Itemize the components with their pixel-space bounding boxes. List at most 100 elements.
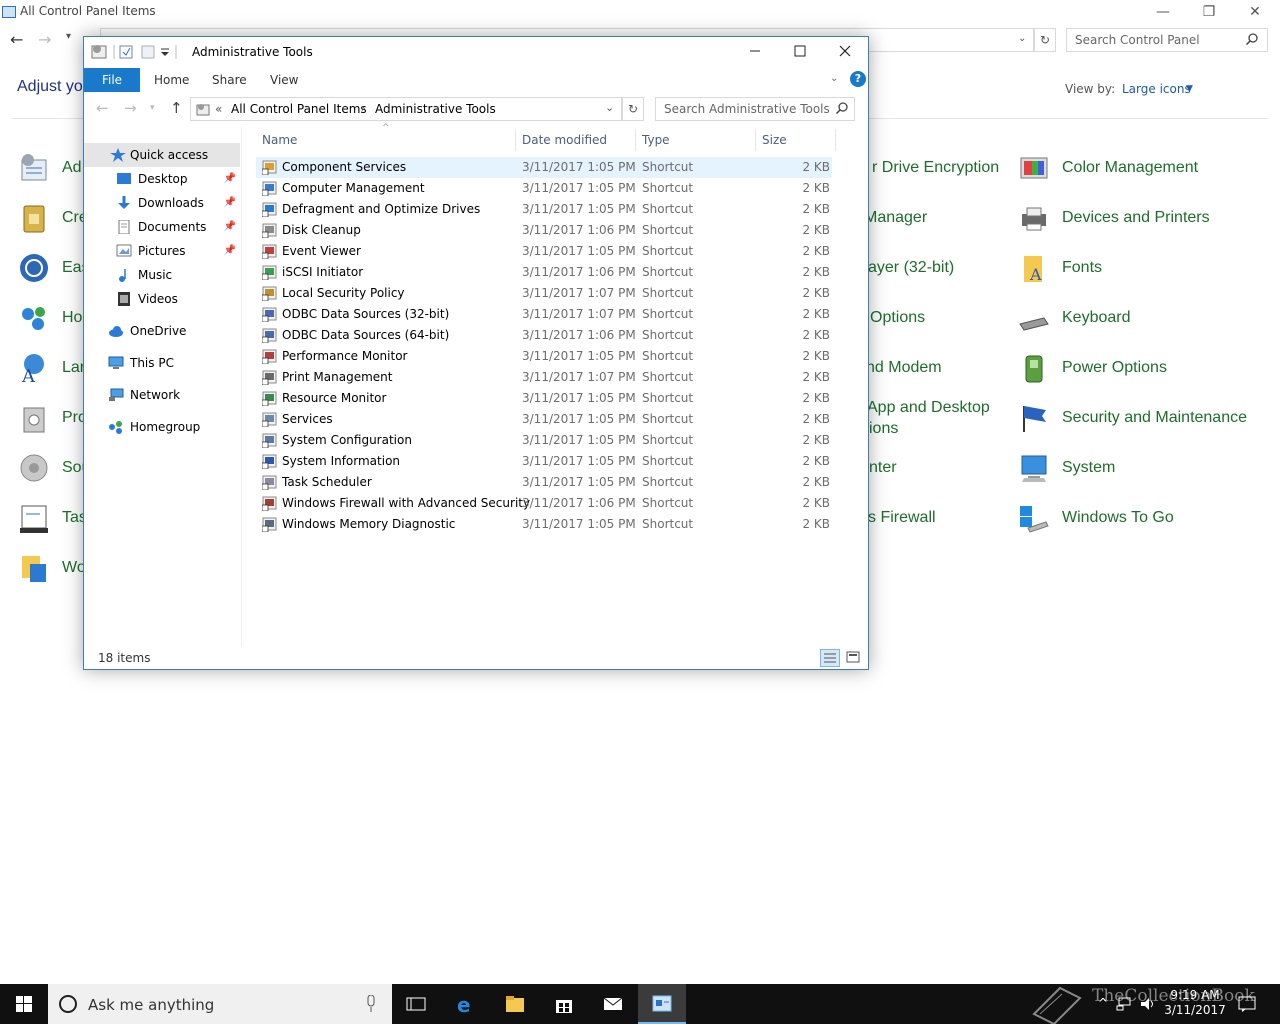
restore-button[interactable]: ❐ xyxy=(1186,2,1232,22)
search-input[interactable]: Search Administrative Tools xyxy=(655,97,855,121)
file-row[interactable]: ODBC Data Sources (64-bit) 3/11/2017 1:06… xyxy=(256,325,832,346)
minimize-button[interactable] xyxy=(732,37,778,67)
column-divider[interactable] xyxy=(635,129,636,151)
cp-item-label[interactable]: Ho xyxy=(62,309,82,327)
cp-item-label[interactable]: Devices and Printers xyxy=(1062,209,1210,227)
sidebar-item-network[interactable]: Network xyxy=(84,383,240,407)
breadcrumb-overflow[interactable]: « xyxy=(215,102,222,116)
control-panel-search-input[interactable]: Search Control Panel xyxy=(1066,28,1268,52)
column-header-name[interactable]: Name xyxy=(262,133,297,147)
cp-item-remoteapp[interactable]: App and Desktop xyxy=(867,399,990,417)
cp-item-ease-of-access[interactable] xyxy=(18,252,50,287)
forward-arrow-icon[interactable]: → xyxy=(124,99,137,117)
file-row[interactable]: Disk Cleanup 3/11/2017 1:06 PM Shortcut 2 K… xyxy=(256,220,832,241)
cp-item-power-options[interactable] xyxy=(1018,352,1050,387)
control-panel-taskbar-button[interactable] xyxy=(638,984,686,1024)
back-arrow-icon[interactable]: ← xyxy=(96,99,109,117)
file-row[interactable]: System Configuration 3/11/2017 1:05 PM Sho… xyxy=(256,430,832,451)
cp-item-sound[interactable] xyxy=(18,452,50,487)
help-icon[interactable]: ? xyxy=(850,71,866,87)
cp-item-label[interactable]: Power Options xyxy=(1062,359,1167,377)
file-row[interactable]: Performance Monitor 3/11/2017 1:05 PM Shor… xyxy=(256,346,832,367)
cp-item-work-folders[interactable] xyxy=(18,552,50,587)
sidebar-item-homegroup[interactable]: Homegroup xyxy=(84,415,240,439)
column-divider[interactable] xyxy=(835,129,836,151)
cp-item-fonts[interactable]: A xyxy=(1018,252,1050,287)
cp-item-administrative-tools[interactable] xyxy=(18,152,50,187)
cp-item-programs[interactable] xyxy=(18,402,50,437)
cp-item-keyboard[interactable] xyxy=(1018,302,1050,337)
cp-item-label[interactable]: System xyxy=(1062,459,1115,477)
sidebar-item-music[interactable]: Music xyxy=(84,263,240,287)
file-row[interactable]: Local Security Policy 3/11/2017 1:07 PM Sh… xyxy=(256,283,832,304)
pin-icon[interactable]: 📌 xyxy=(224,167,236,191)
properties-icon[interactable] xyxy=(119,45,133,59)
chevron-down-icon[interactable]: ⌄ xyxy=(605,101,614,114)
new-folder-icon[interactable] xyxy=(141,45,155,59)
view-by-dropdown[interactable]: Large icons xyxy=(1122,82,1191,96)
cp-item-label[interactable]: Fonts xyxy=(1062,259,1102,277)
back-arrow-icon[interactable]: ← xyxy=(10,30,23,49)
file-row[interactable]: System Information 3/11/2017 1:05 PM Short… xyxy=(256,451,832,472)
details-view-button[interactable] xyxy=(820,649,840,667)
cp-item-internet-options[interactable]: Options xyxy=(870,309,925,327)
start-button[interactable] xyxy=(0,984,48,1024)
sidebar-item-onedrive[interactable]: OneDrive xyxy=(84,319,240,343)
file-row[interactable]: Windows Firewall with Advanced Security 3… xyxy=(256,493,832,514)
breadcrumb-all-control-panel-items[interactable]: All Control Panel Items xyxy=(231,102,367,116)
pin-icon[interactable]: 📌 xyxy=(224,215,236,239)
cp-item-security-maintenance[interactable] xyxy=(1018,402,1050,437)
cp-item-windows-firewall[interactable]: s Firewall xyxy=(868,509,936,527)
sidebar-item-documents[interactable]: Documents 📌 xyxy=(84,215,240,239)
file-row[interactable]: Services 3/11/2017 1:05 PM Shortcut 2 KB xyxy=(256,409,832,430)
cp-item-label[interactable]: Security and Maintenance xyxy=(1062,409,1247,427)
refresh-button[interactable]: ↻ xyxy=(622,97,644,121)
file-row[interactable]: Resource Monitor 3/11/2017 1:05 PM Shortcu… xyxy=(256,388,832,409)
cp-item-homegroup[interactable] xyxy=(18,302,50,337)
store-button[interactable] xyxy=(540,984,588,1024)
breadcrumb-administrative-tools[interactable]: Administrative Tools xyxy=(375,102,496,116)
file-row[interactable]: Component Services 3/11/2017 1:05 PM Short… xyxy=(256,157,832,178)
network-tray-icon[interactable] xyxy=(1116,997,1132,1011)
edge-button[interactable]: e xyxy=(442,984,490,1024)
cp-item-remoteapp-line2[interactable]: ions xyxy=(869,420,898,438)
column-divider[interactable] xyxy=(755,129,756,151)
column-header-date-modified[interactable]: Date modified xyxy=(522,133,607,147)
minimize-button[interactable]: — xyxy=(1140,2,1186,22)
cp-item-device-manager[interactable]: Manager xyxy=(864,209,927,227)
sidebar-item-pictures[interactable]: Pictures 📌 xyxy=(84,239,240,263)
show-hidden-icons-chevron-icon[interactable]: ^ xyxy=(1098,996,1108,1010)
file-row[interactable]: ODBC Data Sources (32-bit) 3/11/2017 1:07… xyxy=(256,304,832,325)
file-row[interactable]: iSCSI Initiator 3/11/2017 1:06 PM Shortcut… xyxy=(256,262,832,283)
cp-item-label[interactable]: Lar xyxy=(62,359,85,377)
file-row[interactable]: Task Scheduler 3/11/2017 1:05 PM Shortcut 2… xyxy=(256,472,832,493)
tab-file[interactable]: File xyxy=(84,68,140,92)
cp-item-color-management[interactable] xyxy=(1018,152,1050,187)
cortana-search-box[interactable]: Ask me anything xyxy=(48,984,392,1024)
cp-item-label[interactable]: Color Management xyxy=(1062,159,1198,177)
action-center-icon[interactable] xyxy=(1238,995,1256,1013)
file-row[interactable]: Event Viewer 3/11/2017 1:05 PM Shortcut 2 K… xyxy=(256,241,832,262)
sidebar-item-desktop[interactable]: Desktop 📌 xyxy=(84,167,240,191)
cp-item-sync-center[interactable]: nter xyxy=(869,459,897,477)
file-row[interactable]: Computer Management 3/11/2017 1:05 PM Shor… xyxy=(256,178,832,199)
cp-item-windows-to-go[interactable] xyxy=(1018,502,1050,537)
pin-icon[interactable]: 📌 xyxy=(224,191,236,215)
large-icons-view-button[interactable] xyxy=(844,649,864,667)
pin-icon[interactable]: 📌 xyxy=(224,239,236,263)
forward-arrow-icon[interactable]: → xyxy=(38,30,51,49)
sidebar-item-downloads[interactable]: Downloads 📌 xyxy=(84,191,240,215)
cp-item-language[interactable]: A xyxy=(18,352,50,387)
column-divider[interactable] xyxy=(515,129,516,151)
tab-view[interactable]: View xyxy=(270,68,298,92)
close-button[interactable] xyxy=(822,37,868,67)
cp-item-devices-printers[interactable] xyxy=(1018,202,1050,237)
sidebar-item-this-pc[interactable]: This PC xyxy=(84,351,240,375)
close-button[interactable]: ✕ xyxy=(1232,2,1278,22)
sidebar-item-quick-access[interactable]: Quick access xyxy=(84,143,240,167)
file-row[interactable]: Print Management 3/11/2017 1:07 PM Shortcu… xyxy=(256,367,832,388)
tab-share[interactable]: Share xyxy=(212,68,247,92)
dropdown-arrow-icon[interactable]: ▼ xyxy=(1186,84,1193,94)
cp-item-credential[interactable] xyxy=(18,202,50,237)
microphone-icon[interactable] xyxy=(366,995,376,1013)
